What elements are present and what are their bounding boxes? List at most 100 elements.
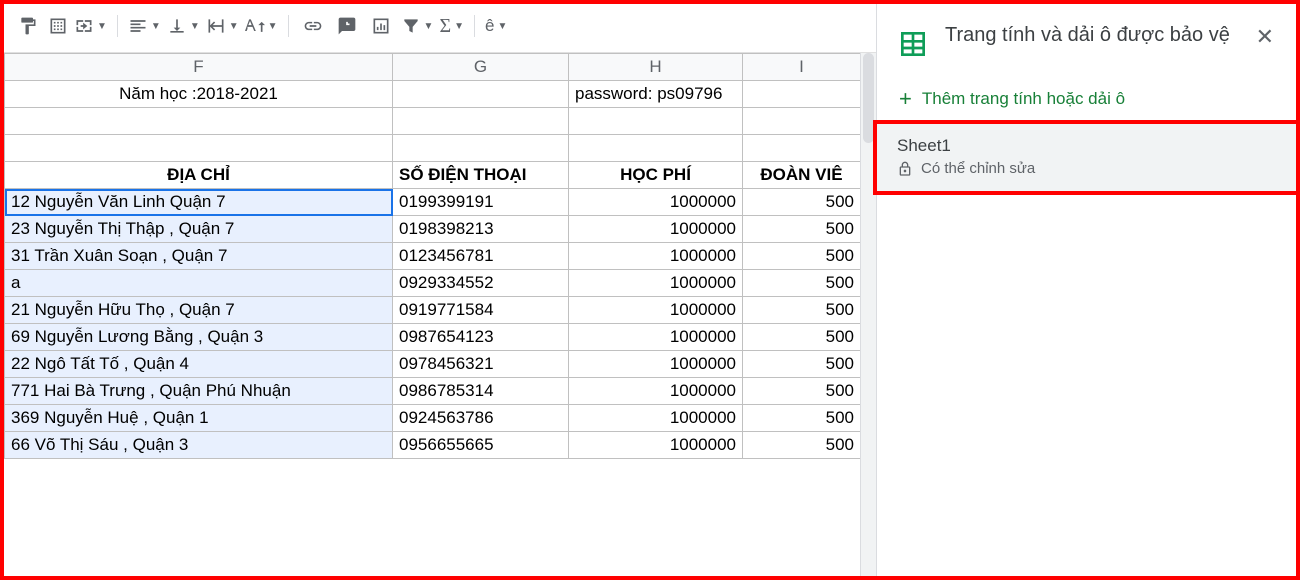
- cell-phone[interactable]: 0199399191: [393, 189, 569, 216]
- lock-icon: [897, 161, 913, 177]
- column-header[interactable]: F: [5, 54, 393, 81]
- data-row[interactable]: Năm học :2018-2021 password: ps09796: [5, 81, 861, 108]
- create-filter-button[interactable]: ▼: [399, 12, 436, 40]
- cell-header[interactable]: ĐỊA CHỈ: [5, 162, 393, 189]
- toolbar-separator: [474, 15, 475, 37]
- cell-member[interactable]: 500: [743, 243, 861, 270]
- data-row[interactable]: 369 Nguyễn Huệ , Quận 109245637861000000…: [5, 405, 861, 432]
- cell-phone[interactable]: 0987654123: [393, 324, 569, 351]
- data-row[interactable]: [5, 135, 861, 162]
- cell[interactable]: [743, 108, 861, 135]
- functions-button[interactable]: Σ ▼: [437, 11, 466, 42]
- chevron-down-icon: ▼: [190, 21, 200, 32]
- protected-range-item[interactable]: Sheet1 Có thể chỉnh sửa: [873, 120, 1300, 195]
- cell[interactable]: [569, 135, 743, 162]
- cell[interactable]: Năm học :2018-2021: [5, 81, 393, 108]
- cell-fee[interactable]: 1000000: [569, 297, 743, 324]
- data-row[interactable]: [5, 108, 861, 135]
- cell[interactable]: [569, 108, 743, 135]
- cell-phone[interactable]: 0978456321: [393, 351, 569, 378]
- cell[interactable]: password: ps09796: [569, 81, 743, 108]
- cell-fee[interactable]: 1000000: [569, 243, 743, 270]
- data-row[interactable]: 22 Ngô Tất Tố , Quận 4097845632110000005…: [5, 351, 861, 378]
- cell-header[interactable]: HỌC PHÍ: [569, 162, 743, 189]
- cell-member[interactable]: 500: [743, 216, 861, 243]
- cell-address[interactable]: 369 Nguyễn Huệ , Quận 1: [5, 405, 393, 432]
- insert-comment-button[interactable]: [331, 10, 363, 42]
- data-row[interactable]: 66 Võ Thị Sáu , Quận 3095665566510000005…: [5, 432, 861, 459]
- horizontal-align-button[interactable]: ▼: [126, 12, 163, 40]
- cell-member[interactable]: 500: [743, 297, 861, 324]
- cell-address[interactable]: 12 Nguyễn Văn Linh Quận 7: [5, 189, 393, 216]
- cell-fee[interactable]: 1000000: [569, 270, 743, 297]
- cell-fee[interactable]: 1000000: [569, 351, 743, 378]
- cell-address[interactable]: 771 Hai Bà Trưng , Quận Phú Nhuận: [5, 378, 393, 405]
- column-header[interactable]: I: [743, 54, 861, 81]
- column-header-row[interactable]: F G H I: [5, 54, 861, 81]
- cell[interactable]: [393, 135, 569, 162]
- input-language-button[interactable]: ê ▼: [483, 12, 509, 40]
- cell-fee[interactable]: 1000000: [569, 378, 743, 405]
- cell-fee[interactable]: 1000000: [569, 432, 743, 459]
- cell[interactable]: [393, 81, 569, 108]
- protected-ranges-panel: Trang tính và dải ô được bảo vệ ✕ + Thêm…: [876, 4, 1296, 576]
- insert-link-button[interactable]: [297, 10, 329, 42]
- chevron-down-icon: ▼: [229, 21, 239, 32]
- data-row[interactable]: 21 Nguyễn Hữu Thọ , Quận 709197715841000…: [5, 297, 861, 324]
- cell-address[interactable]: 66 Võ Thị Sáu , Quận 3: [5, 432, 393, 459]
- column-header[interactable]: G: [393, 54, 569, 81]
- borders-button[interactable]: [46, 12, 70, 40]
- cell-phone[interactable]: 0924563786: [393, 405, 569, 432]
- text-rotation-button[interactable]: ▼: [243, 12, 280, 40]
- data-row[interactable]: 12 Nguyễn Văn Linh Quận 7019939919110000…: [5, 189, 861, 216]
- cell-address[interactable]: 31 Trần Xuân Soạn , Quận 7: [5, 243, 393, 270]
- cell-member[interactable]: 500: [743, 351, 861, 378]
- vertical-align-button[interactable]: ▼: [165, 12, 202, 40]
- data-row[interactable]: 69 Nguyễn Lương Bằng , Quận 309876541231…: [5, 324, 861, 351]
- spreadsheet-grid[interactable]: F G H I Năm học :2018-2021 password: ps0…: [4, 53, 876, 576]
- cell[interactable]: [5, 108, 393, 135]
- insert-chart-button[interactable]: [365, 10, 397, 42]
- column-header[interactable]: H: [569, 54, 743, 81]
- data-row[interactable]: 771 Hai Bà Trưng , Quận Phú Nhuận0986785…: [5, 378, 861, 405]
- cell-member[interactable]: 500: [743, 270, 861, 297]
- cell-header[interactable]: SỐ ĐIỆN THOẠI: [393, 162, 569, 189]
- cell-address[interactable]: 23 Nguyễn Thị Thập , Quận 7: [5, 216, 393, 243]
- sheets-app-icon: [895, 26, 931, 62]
- cell-fee[interactable]: 1000000: [569, 324, 743, 351]
- cell-fee[interactable]: 1000000: [569, 216, 743, 243]
- cell-member[interactable]: 500: [743, 324, 861, 351]
- header-row[interactable]: ĐỊA CHỈ SỐ ĐIỆN THOẠI HỌC PHÍ ĐOÀN VIÊ: [5, 162, 861, 189]
- data-row[interactable]: 31 Trần Xuân Soạn , Quận 701234567811000…: [5, 243, 861, 270]
- paint-format-icon[interactable]: [12, 10, 44, 42]
- cell[interactable]: [743, 81, 861, 108]
- cell-phone[interactable]: 0929334552: [393, 270, 569, 297]
- cell-phone[interactable]: 0986785314: [393, 378, 569, 405]
- cell-member[interactable]: 500: [743, 432, 861, 459]
- cell[interactable]: [743, 135, 861, 162]
- cell-address[interactable]: a: [5, 270, 393, 297]
- toolbar-separator: [288, 15, 289, 37]
- merge-cells-button[interactable]: ▼: [72, 12, 109, 40]
- cell-fee[interactable]: 1000000: [569, 189, 743, 216]
- close-panel-button[interactable]: ✕: [1252, 22, 1278, 52]
- cell-phone[interactable]: 0123456781: [393, 243, 569, 270]
- cell-address[interactable]: 21 Nguyễn Hữu Thọ , Quận 7: [5, 297, 393, 324]
- cell[interactable]: [5, 135, 393, 162]
- chevron-down-icon: ▼: [497, 21, 507, 32]
- add-protected-range-button[interactable]: + Thêm trang tính hoặc dải ô: [877, 78, 1296, 124]
- data-row[interactable]: a09293345521000000500: [5, 270, 861, 297]
- cell[interactable]: [393, 108, 569, 135]
- cell-phone[interactable]: 0919771584: [393, 297, 569, 324]
- cell-phone[interactable]: 0956655665: [393, 432, 569, 459]
- text-wrap-button[interactable]: ▼: [204, 12, 241, 40]
- cell-phone[interactable]: 0198398213: [393, 216, 569, 243]
- cell-member[interactable]: 500: [743, 189, 861, 216]
- cell-member[interactable]: 500: [743, 378, 861, 405]
- data-row[interactable]: 23 Nguyễn Thị Thập , Quận 70198398213100…: [5, 216, 861, 243]
- cell-fee[interactable]: 1000000: [569, 405, 743, 432]
- cell-address[interactable]: 22 Ngô Tất Tố , Quận 4: [5, 351, 393, 378]
- cell-header[interactable]: ĐOÀN VIÊ: [743, 162, 861, 189]
- cell-address[interactable]: 69 Nguyễn Lương Bằng , Quận 3: [5, 324, 393, 351]
- cell-member[interactable]: 500: [743, 405, 861, 432]
